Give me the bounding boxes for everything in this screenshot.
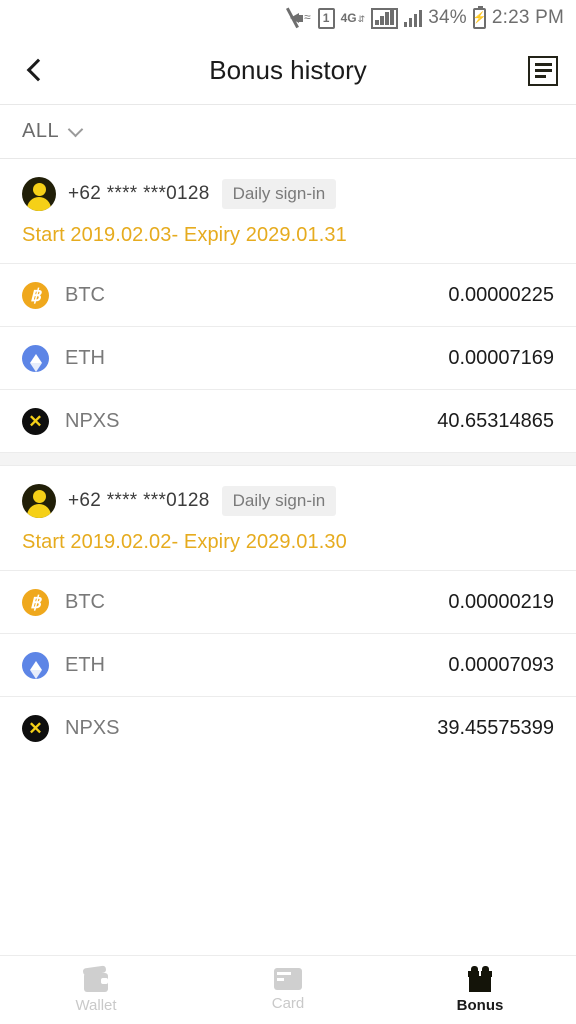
- coin-symbol-label: BTC: [65, 283, 105, 306]
- coin-row[interactable]: ฿ BTC 0.00000219: [0, 570, 576, 633]
- phone-number-label: +62 **** ***0128: [68, 490, 210, 511]
- rules-button[interactable]: [528, 36, 558, 105]
- bonus-type-badge: Daily sign-in: [221, 179, 337, 209]
- nav-item-bonus[interactable]: Bonus: [384, 956, 576, 1024]
- rules-list-icon: [528, 55, 558, 86]
- coin-row[interactable]: ✕ NPXS 39.45575399: [0, 696, 576, 759]
- coin-symbol-label: ETH: [65, 346, 105, 369]
- coin-amount-label: 0.00000225: [448, 283, 554, 306]
- signal-bars-sim2-icon: [403, 9, 423, 27]
- network-type-icon: 4G ⇵: [340, 10, 366, 25]
- validity-dates-label: Start 2019.02.02- Expiry 2029.01.30: [22, 531, 347, 553]
- coin-symbol-label: NPXS: [65, 409, 120, 432]
- card-icon: [274, 968, 302, 990]
- phone-number-label: +62 **** ***0128: [68, 183, 210, 204]
- chevron-left-icon: [26, 58, 49, 82]
- coin-row[interactable]: ETH 0.00007169: [0, 326, 576, 389]
- nav-label-card: Card: [271, 995, 305, 1012]
- bonus-group: +62 **** ***0128 Daily sign-in Start 201…: [0, 466, 576, 759]
- coin-row[interactable]: ฿ BTC 0.00000225: [0, 263, 576, 326]
- coin-symbol-label: ETH: [65, 653, 105, 676]
- gift-icon: [466, 966, 494, 992]
- coin-row[interactable]: ETH 0.00007093: [0, 633, 576, 696]
- mute-icon: ≈: [285, 7, 312, 29]
- npxs-icon: ✕: [22, 714, 49, 742]
- app-header: Bonus history: [0, 36, 576, 105]
- group-separator: [0, 452, 576, 466]
- coin-amount-label: 0.00007169: [448, 346, 554, 369]
- bonus-group-header: +62 **** ***0128 Daily sign-in Start 201…: [0, 466, 576, 570]
- validity-dates-label: Start 2019.02.03- Expiry 2029.01.31: [22, 224, 347, 246]
- battery-charging-icon: ⚡: [472, 5, 486, 29]
- signal-bars-sim1-icon: [371, 7, 398, 29]
- page-title: Bonus history: [209, 54, 367, 85]
- bonus-history-list: +62 **** ***0128 Daily sign-in Start 201…: [0, 159, 576, 955]
- bonus-group: +62 **** ***0128 Daily sign-in Start 201…: [0, 159, 576, 452]
- back-button[interactable]: [0, 36, 70, 105]
- network-label: 4G: [340, 10, 357, 25]
- wallet-icon: [82, 965, 110, 992]
- avatar: [22, 484, 56, 518]
- app-screen: ≈ 1 4G ⇵ 34% ⚡ 2:23 PM Bonus history ALL: [0, 0, 576, 1024]
- clock-label: 2:23 PM: [491, 7, 564, 28]
- coin-amount-label: 40.65314865: [437, 409, 554, 432]
- coin-symbol-label: BTC: [65, 590, 105, 613]
- coin-row[interactable]: ✕ NPXS 40.65314865: [0, 389, 576, 452]
- nav-item-card[interactable]: Card: [192, 956, 384, 1024]
- sim-badge-icon: 1: [317, 7, 335, 29]
- btc-icon: ฿: [22, 588, 49, 616]
- eth-icon: [22, 344, 49, 372]
- npxs-icon: ✕: [22, 407, 49, 435]
- coin-symbol-label: NPXS: [65, 716, 120, 739]
- coin-amount-label: 0.00007093: [448, 653, 554, 676]
- bottom-navigation: Wallet Card Bonus: [0, 955, 576, 1024]
- filter-bar[interactable]: ALL: [0, 105, 576, 159]
- btc-icon: ฿: [22, 281, 49, 309]
- bonus-group-header: +62 **** ***0128 Daily sign-in Start 201…: [0, 159, 576, 263]
- nav-label-bonus: Bonus: [456, 997, 504, 1014]
- bonus-type-badge: Daily sign-in: [221, 486, 337, 516]
- avatar: [22, 177, 56, 211]
- eth-icon: [22, 651, 49, 679]
- battery-percent-label: 34%: [428, 7, 467, 28]
- network-arrows-icon: ⇵: [357, 13, 366, 24]
- nav-item-wallet[interactable]: Wallet: [0, 956, 192, 1024]
- coin-amount-label: 39.45575399: [437, 716, 554, 739]
- filter-label: ALL: [22, 120, 60, 142]
- nav-label-wallet: Wallet: [75, 997, 117, 1014]
- chevron-down-icon: [67, 121, 84, 137]
- status-bar: ≈ 1 4G ⇵ 34% ⚡ 2:23 PM: [0, 0, 576, 36]
- coin-amount-label: 0.00000219: [448, 590, 554, 613]
